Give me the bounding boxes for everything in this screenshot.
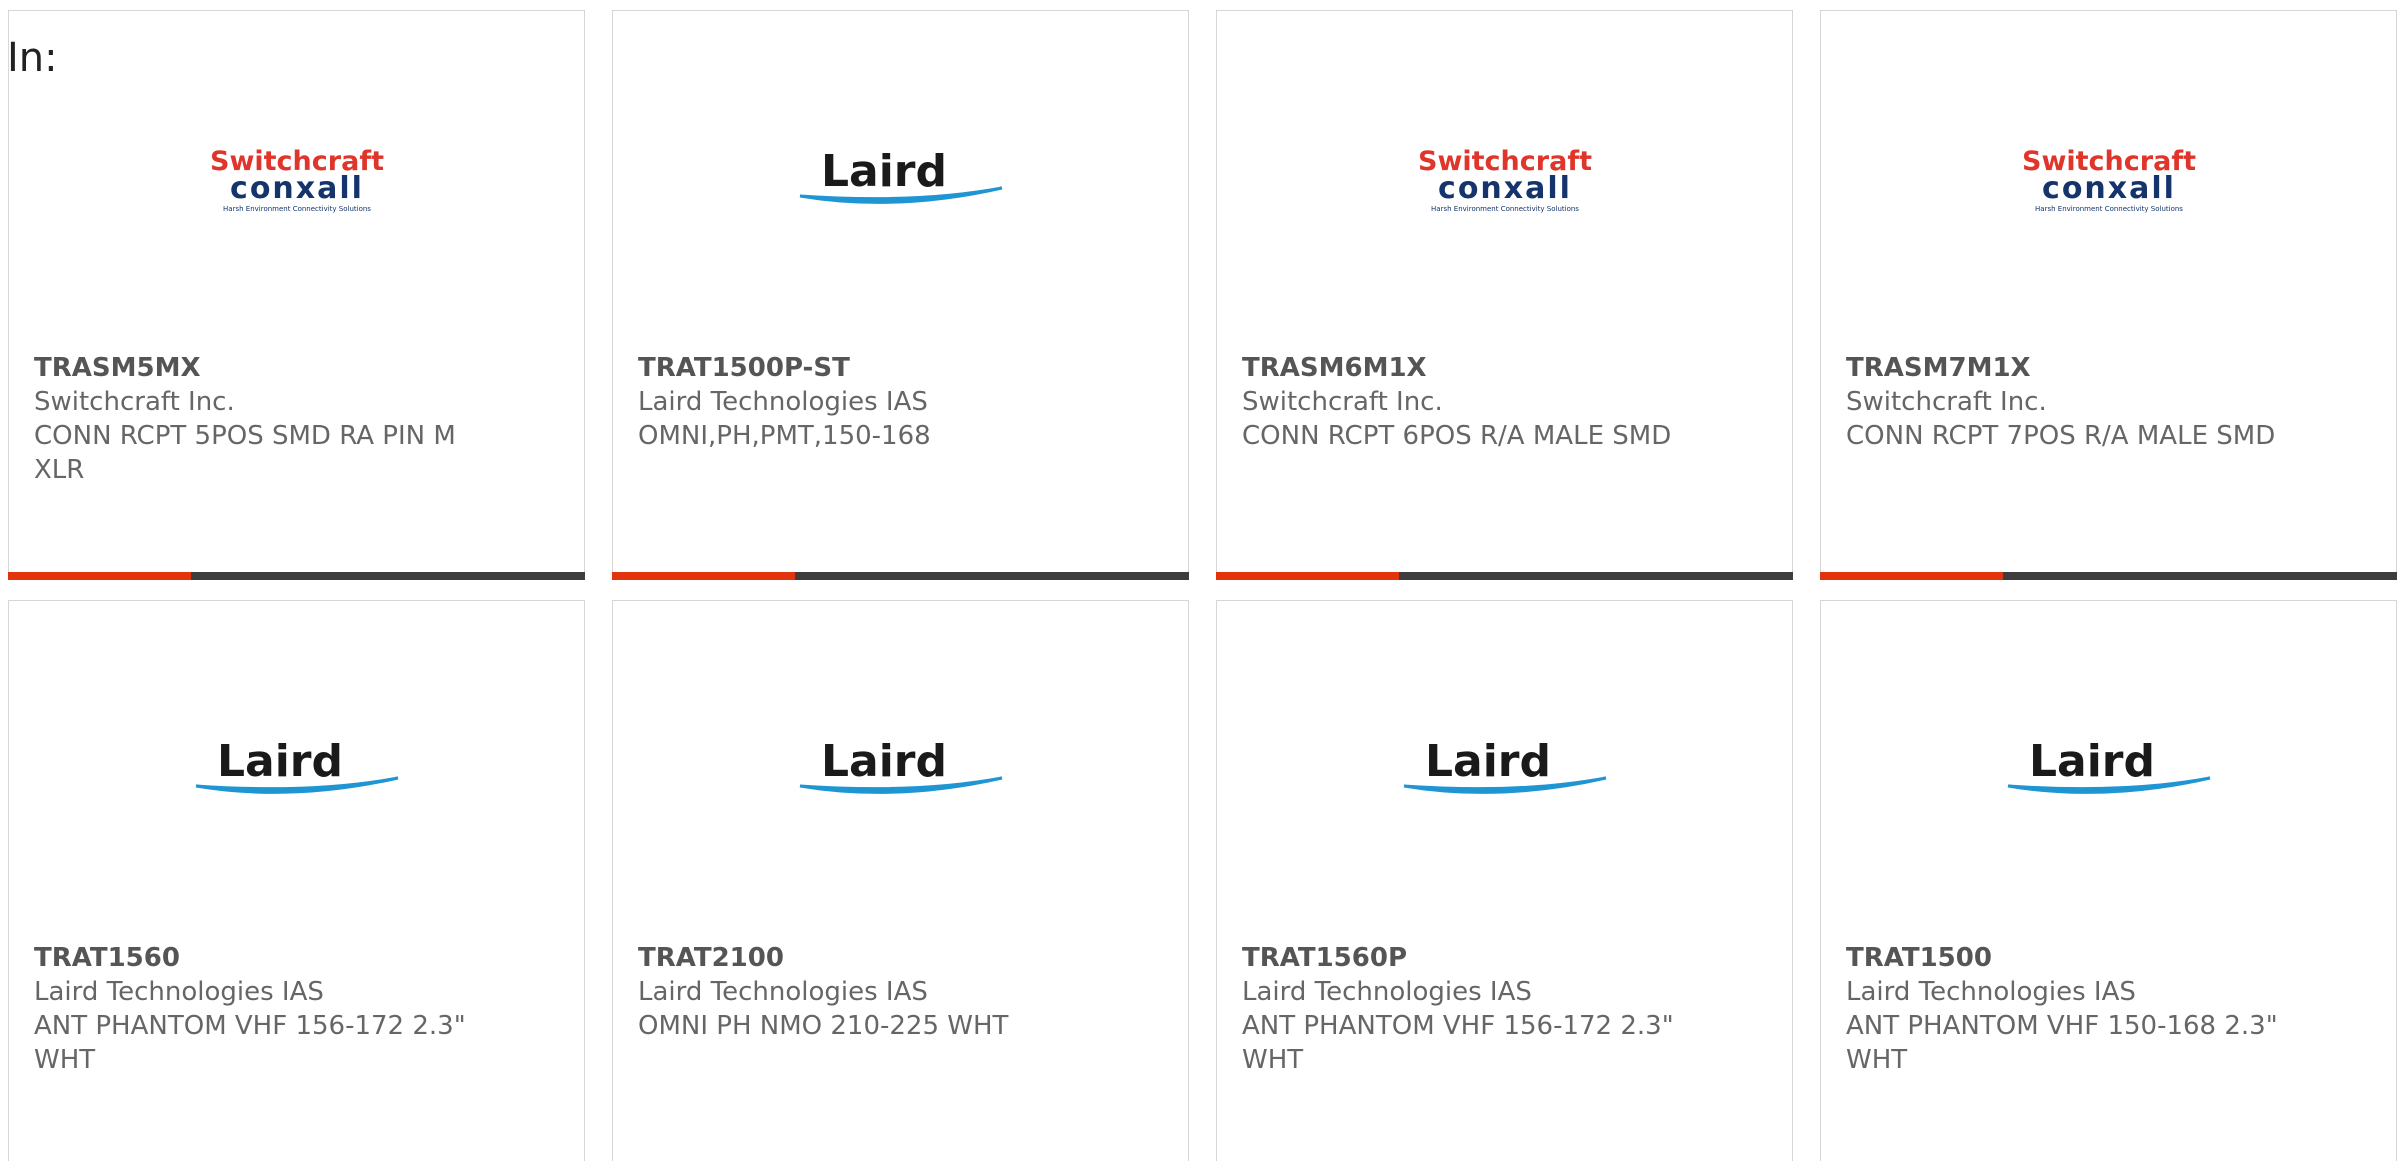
manufacturer-name: Laird Technologies IAS — [638, 387, 928, 417]
svg-text:conxall: conxall — [2042, 171, 2176, 206]
product-card[interactable]: Laird TRAT1500 Laird Technologies IAS AN… — [1820, 600, 2397, 1161]
product-info: TRASM7M1X Switchcraft Inc. CONN RCPT 7PO… — [1846, 351, 2286, 453]
product-description: CONN RCPT 7POS R/A MALE SMD — [1846, 421, 2276, 451]
manufacturer-name: Switchcraft Inc. — [34, 387, 235, 417]
switchcraft-logo-icon: Switchcraft conxall Harsh Environment Co… — [1418, 146, 1592, 213]
product-description: ANT PHANTOM VHF 156-172 2.3" WHT — [1242, 1011, 1674, 1075]
svg-text:conxall: conxall — [1438, 171, 1572, 206]
part-number[interactable]: TRAT1500 — [1846, 941, 2286, 975]
switchcraft-logo-icon: Switchcraft conxall Harsh Environment Co… — [210, 146, 384, 213]
manufacturer-logo: Laird — [613, 731, 1188, 811]
laird-logo-icon: Laird — [799, 146, 1002, 204]
card-accent-bar — [1216, 572, 1793, 580]
card-accent-bar — [1820, 572, 2397, 580]
product-info: TRAT2100 Laird Technologies IAS OMNI PH … — [638, 941, 1078, 1043]
svg-text:Harsh Environment Connectivity: Harsh Environment Connectivity Solutions — [223, 205, 371, 213]
filter-label: In: — [7, 35, 58, 81]
manufacturer-logo: Laird — [1217, 731, 1792, 811]
svg-text:Laird: Laird — [820, 146, 946, 197]
manufacturer-name: Laird Technologies IAS — [1846, 977, 2136, 1007]
laird-logo-icon: Laird — [799, 736, 1002, 794]
product-card[interactable]: Switchcraft conxall Harsh Environment Co… — [1820, 10, 2397, 580]
manufacturer-name: Switchcraft Inc. — [1846, 387, 2047, 417]
laird-logo-icon: Laird — [195, 736, 398, 794]
product-info: TRAT1560P Laird Technologies IAS ANT PHA… — [1242, 941, 1682, 1077]
product-card[interactable]: Laird TRAT1560P Laird Technologies IAS A… — [1216, 600, 1793, 1161]
part-number[interactable]: TRASM5MX — [34, 351, 474, 385]
svg-text:Harsh Environment Connectivity: Harsh Environment Connectivity Solutions — [2035, 205, 2183, 213]
card-accent-bar — [612, 572, 1189, 580]
manufacturer-logo: Switchcraft conxall Harsh Environment Co… — [1821, 141, 2396, 221]
product-description: CONN RCPT 5POS SMD RA PIN M XLR — [34, 421, 456, 485]
product-description: ANT PHANTOM VHF 150-168 2.3" WHT — [1846, 1011, 2278, 1075]
manufacturer-logo: Switchcraft conxall Harsh Environment Co… — [1217, 141, 1792, 221]
product-info: TRASM5MX Switchcraft Inc. CONN RCPT 5POS… — [34, 351, 474, 487]
svg-text:Laird: Laird — [2028, 736, 2154, 787]
product-card[interactable]: Laird TRAT2100 Laird Technologies IAS OM… — [612, 600, 1189, 1161]
product-card[interactable]: Laird TRAT1560 Laird Technologies IAS AN… — [8, 600, 585, 1161]
product-info: TRASM6M1X Switchcraft Inc. CONN RCPT 6PO… — [1242, 351, 1682, 453]
laird-logo-icon: Laird — [2007, 736, 2210, 794]
manufacturer-name: Switchcraft Inc. — [1242, 387, 1443, 417]
manufacturer-name: Laird Technologies IAS — [1242, 977, 1532, 1007]
part-number[interactable]: TRAT1500P-ST — [638, 351, 1078, 385]
manufacturer-logo: Laird — [1821, 731, 2396, 811]
product-description: ANT PHANTOM VHF 156-172 2.3" WHT — [34, 1011, 466, 1075]
manufacturer-logo: Switchcraft conxall Harsh Environment Co… — [9, 141, 584, 221]
part-number[interactable]: TRAT1560 — [34, 941, 474, 975]
svg-text:conxall: conxall — [230, 171, 364, 206]
product-results-page: In: Switchcraft conxall Harsh Environmen… — [0, 0, 2400, 1161]
svg-text:Harsh Environment Connectivity: Harsh Environment Connectivity Solutions — [1431, 205, 1579, 213]
manufacturer-logo: Laird — [9, 731, 584, 811]
part-number[interactable]: TRAT1560P — [1242, 941, 1682, 975]
product-info: TRAT1500P-ST Laird Technologies IAS OMNI… — [638, 351, 1078, 453]
product-description: OMNI,PH,PMT,150-168 — [638, 421, 931, 451]
svg-text:Laird: Laird — [1424, 736, 1550, 787]
product-description: OMNI PH NMO 210-225 WHT — [638, 1011, 1009, 1041]
part-number[interactable]: TRAT2100 — [638, 941, 1078, 975]
manufacturer-name: Laird Technologies IAS — [34, 977, 324, 1007]
svg-text:Laird: Laird — [820, 736, 946, 787]
product-card[interactable]: Laird TRAT1500P-ST Laird Technologies IA… — [612, 10, 1189, 580]
product-card[interactable]: Switchcraft conxall Harsh Environment Co… — [1216, 10, 1793, 580]
switchcraft-logo-icon: Switchcraft conxall Harsh Environment Co… — [2022, 146, 2196, 213]
manufacturer-name: Laird Technologies IAS — [638, 977, 928, 1007]
product-description: CONN RCPT 6POS R/A MALE SMD — [1242, 421, 1672, 451]
product-info: TRAT1500 Laird Technologies IAS ANT PHAN… — [1846, 941, 2286, 1077]
product-grid: Switchcraft conxall Harsh Environment Co… — [8, 10, 2400, 1161]
laird-logo-icon: Laird — [1403, 736, 1606, 794]
product-info: TRAT1560 Laird Technologies IAS ANT PHAN… — [34, 941, 474, 1077]
part-number[interactable]: TRASM7M1X — [1846, 351, 2286, 385]
svg-text:Laird: Laird — [216, 736, 342, 787]
product-card[interactable]: Switchcraft conxall Harsh Environment Co… — [8, 10, 585, 580]
card-accent-bar — [8, 572, 585, 580]
part-number[interactable]: TRASM6M1X — [1242, 351, 1682, 385]
manufacturer-logo: Laird — [613, 141, 1188, 221]
